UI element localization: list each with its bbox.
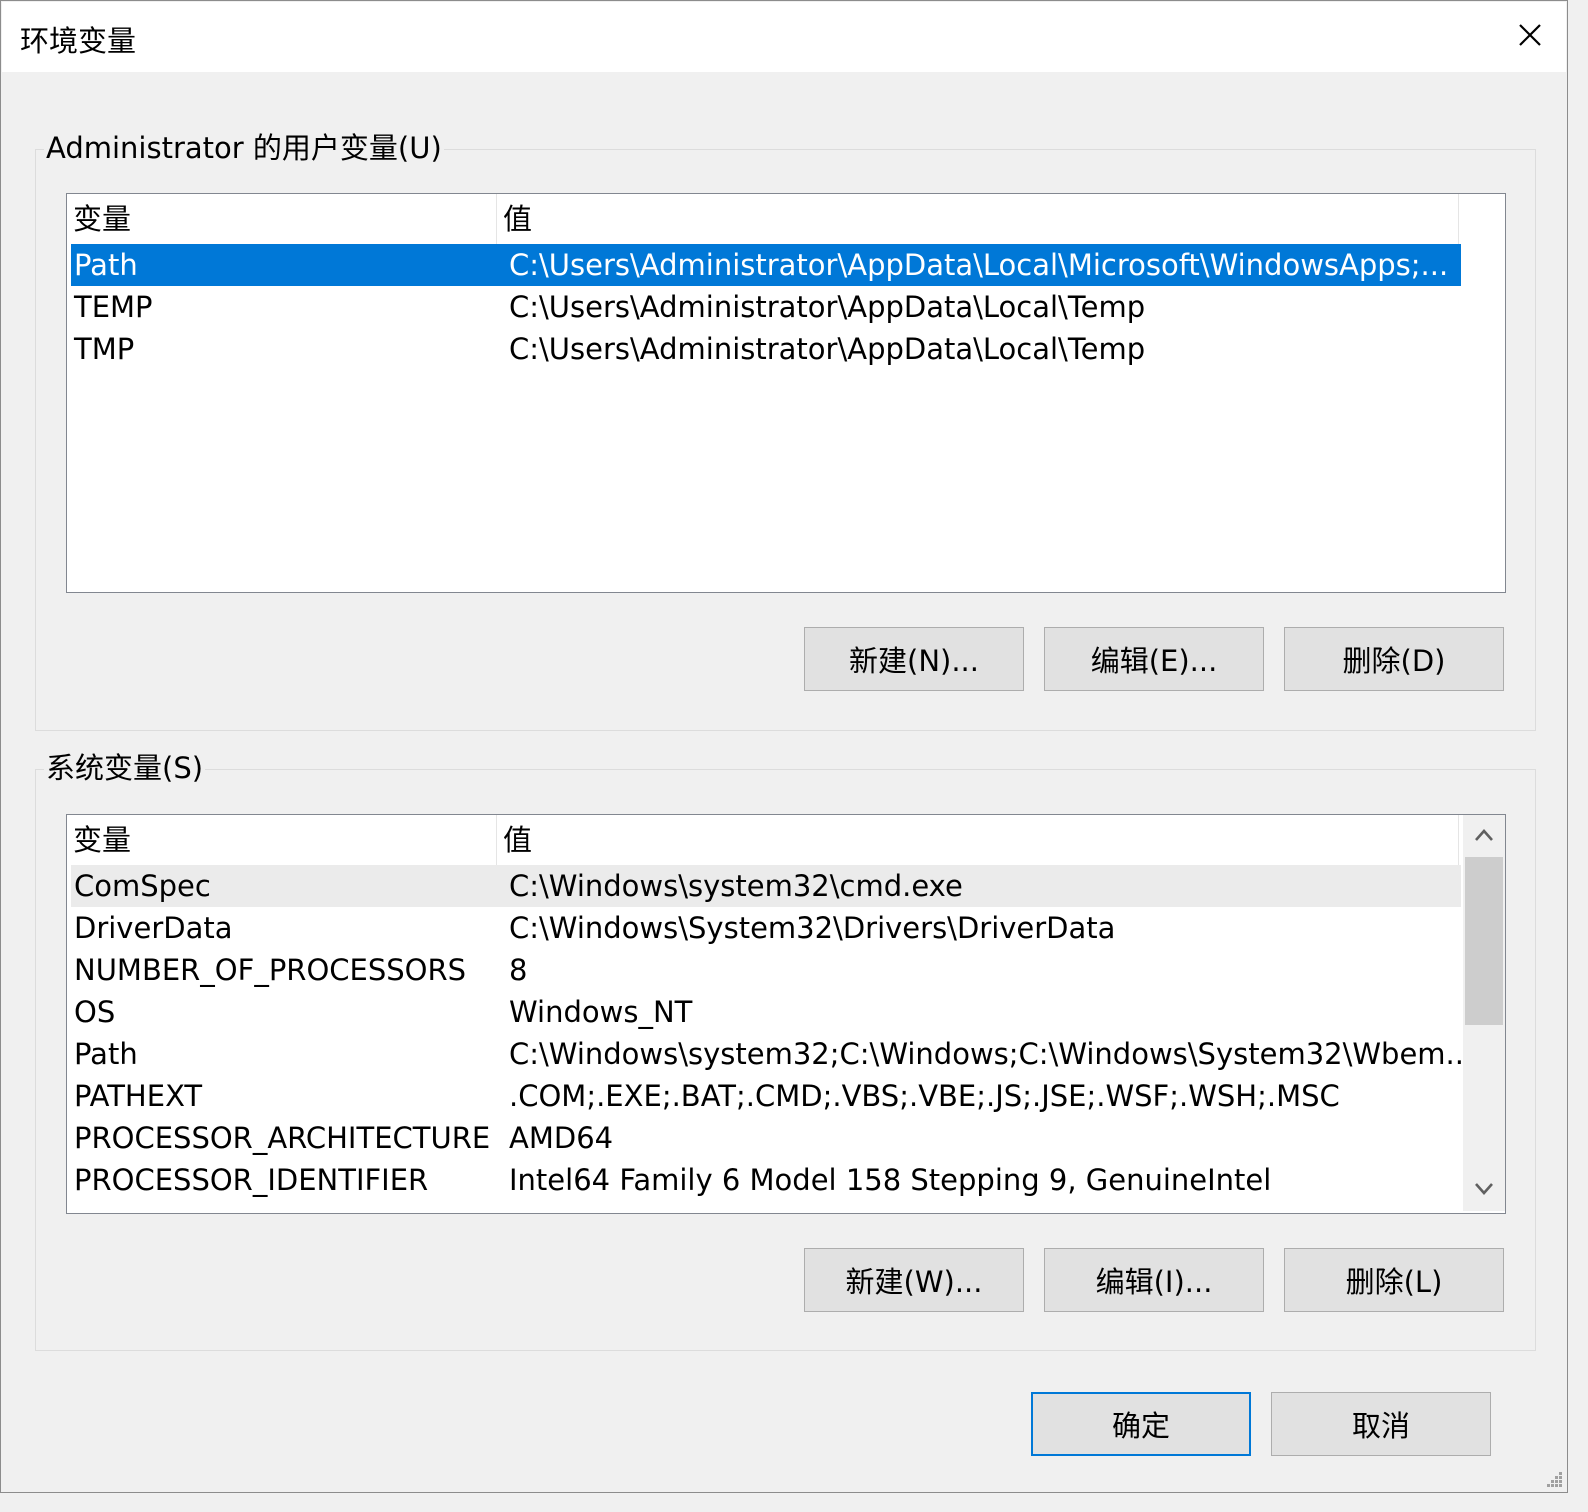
- variable-name-cell: NUMBER_OF_PROCESSORS: [74, 953, 467, 987]
- table-row[interactable]: PROCESSOR_IDENTIFIER Intel64 Family 6 Mo…: [71, 1159, 1461, 1201]
- table-row[interactable]: TEMP C:\Users\Administrator\AppData\Loca…: [71, 286, 1461, 328]
- column-header-value[interactable]: 值: [497, 815, 1459, 865]
- close-icon: [1518, 23, 1542, 51]
- table-row[interactable]: NUMBER_OF_PROCESSORS 8: [71, 949, 1461, 991]
- chevron-up-icon: [1474, 827, 1494, 846]
- user-variables-group: Administrator 的用户变量(U) 变量 值 Path C:\User…: [35, 130, 1536, 731]
- column-header-variable[interactable]: 变量: [67, 815, 497, 865]
- variable-name-cell: TEMP: [74, 290, 153, 324]
- table-row[interactable]: OS Windows_NT: [71, 991, 1461, 1033]
- user-list-header: 变量 值: [67, 194, 1459, 244]
- user-edit-button[interactable]: 编辑(E)...: [1044, 627, 1264, 691]
- close-button[interactable]: [1502, 10, 1558, 64]
- table-row[interactable]: ComSpec C:\Windows\system32\cmd.exe: [71, 865, 1461, 907]
- variable-value-cell: .COM;.EXE;.BAT;.CMD;.VBS;.VBE;.JS;.JSE;.…: [509, 1079, 1340, 1113]
- variable-name-cell: TMP: [74, 332, 135, 366]
- variable-value-cell: 8: [509, 953, 528, 987]
- table-row[interactable]: PROCESSOR_ARCHITECTURE AMD64: [71, 1117, 1461, 1159]
- variable-value-cell: C:\Users\Administrator\AppData\Local\Tem…: [509, 290, 1146, 324]
- chevron-down-icon: [1474, 1181, 1494, 1200]
- table-row[interactable]: Path C:\Users\Administrator\AppData\Loca…: [71, 244, 1461, 286]
- variable-name-cell: Path: [74, 1037, 138, 1071]
- variable-name-cell: Path: [74, 248, 138, 282]
- system-list-header: 变量 值: [67, 815, 1459, 865]
- system-edit-button[interactable]: 编辑(I)...: [1044, 1248, 1264, 1312]
- table-row[interactable]: TMP C:\Users\Administrator\AppData\Local…: [71, 328, 1461, 370]
- user-variables-list[interactable]: 变量 值 Path C:\Users\Administrator\AppData…: [66, 193, 1506, 593]
- system-new-button[interactable]: 新建(W)...: [804, 1248, 1024, 1312]
- user-delete-button[interactable]: 删除(D): [1284, 627, 1504, 691]
- variable-name-cell: PROCESSOR_ARCHITECTURE: [74, 1121, 491, 1155]
- variable-value-cell: C:\Windows\System32\Drivers\DriverData: [509, 911, 1116, 945]
- table-row[interactable]: PATHEXT .COM;.EXE;.BAT;.CMD;.VBS;.VBE;.J…: [71, 1075, 1461, 1117]
- variable-value-cell: AMD64: [509, 1121, 614, 1155]
- ok-button[interactable]: 确定: [1031, 1392, 1251, 1456]
- variable-name-cell: OS: [74, 995, 116, 1029]
- cancel-button[interactable]: 取消: [1271, 1392, 1491, 1456]
- user-variables-legend: Administrator 的用户变量(U): [44, 130, 444, 166]
- variable-value-cell: C:\Users\Administrator\AppData\Local\Mic…: [509, 248, 1449, 282]
- column-header-variable[interactable]: 变量: [67, 194, 497, 244]
- scroll-thumb[interactable]: [1465, 857, 1503, 1025]
- system-variables-legend: 系统变量(S): [44, 750, 206, 786]
- scroll-down-button[interactable]: [1463, 1169, 1505, 1211]
- variable-name-cell: PROCESSOR_IDENTIFIER: [74, 1163, 429, 1197]
- system-variables-group: 系统变量(S) 变量 值 ComSpec C:\Windows\system32…: [35, 750, 1536, 1351]
- table-row[interactable]: Path C:\Windows\system32;C:\Windows;C:\W…: [71, 1033, 1461, 1075]
- variable-value-cell: Windows_NT: [509, 995, 693, 1029]
- variable-name-cell: ComSpec: [74, 869, 211, 903]
- variable-value-cell: C:\Windows\system32\cmd.exe: [509, 869, 963, 903]
- vertical-scrollbar[interactable]: [1463, 815, 1505, 1211]
- variable-value-cell: C:\Users\Administrator\AppData\Local\Tem…: [509, 332, 1146, 366]
- variable-name-cell: PATHEXT: [74, 1079, 203, 1113]
- user-new-button[interactable]: 新建(N)...: [804, 627, 1024, 691]
- variable-value-cell: Intel64 Family 6 Model 158 Stepping 9, G…: [509, 1163, 1272, 1197]
- resize-grip-icon[interactable]: [1545, 1470, 1563, 1488]
- variable-name-cell: DriverData: [74, 911, 233, 945]
- variable-value-cell: C:\Windows\system32;C:\Windows;C:\Window…: [509, 1037, 1461, 1071]
- title-bar[interactable]: 环境变量: [2, 2, 1566, 72]
- system-delete-button[interactable]: 删除(L): [1284, 1248, 1504, 1312]
- dialog-title: 环境变量: [20, 24, 137, 58]
- table-row[interactable]: DriverData C:\Windows\System32\Drivers\D…: [71, 907, 1461, 949]
- system-variables-list[interactable]: 变量 值 ComSpec C:\Windows\system32\cmd.exe…: [66, 814, 1506, 1214]
- environment-variables-dialog: 环境变量 Administrator 的用户变量(U) 变量 值 Path C:…: [0, 0, 1568, 1493]
- scroll-up-button[interactable]: [1463, 815, 1505, 857]
- column-header-value[interactable]: 值: [497, 194, 1459, 244]
